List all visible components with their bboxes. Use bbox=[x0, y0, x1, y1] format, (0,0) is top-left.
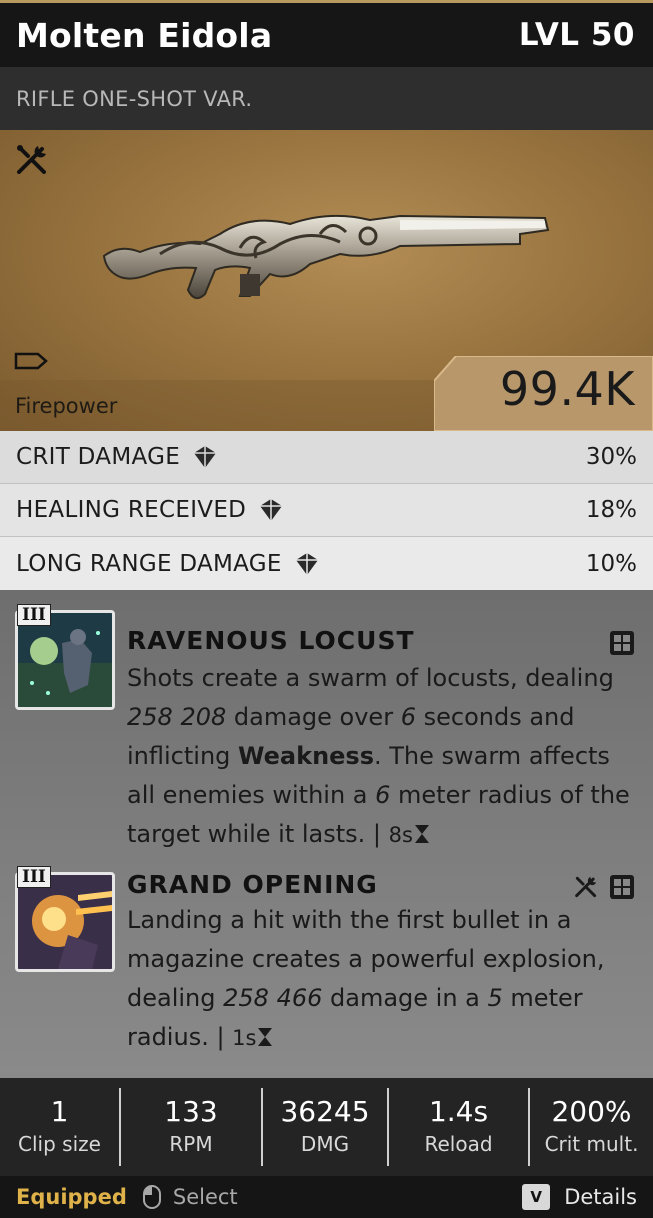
perk-effect-keyword: Weakness bbox=[238, 742, 374, 770]
weapon-level: LVL 50 bbox=[518, 17, 635, 53]
stat-label: Reload bbox=[424, 1132, 493, 1156]
stat-label: HEALING RECEIVED bbox=[16, 497, 247, 523]
perk-damage-value: 258 466 bbox=[223, 984, 323, 1012]
perk-image bbox=[18, 613, 112, 707]
wrench-screwdriver-icon bbox=[575, 876, 597, 898]
gem-icon bbox=[260, 499, 283, 521]
perk-name: GRAND OPENING bbox=[127, 870, 378, 899]
perk-name: RAVENOUS LOCUST bbox=[127, 626, 415, 655]
stat-value: 1.4s bbox=[428, 1095, 489, 1128]
equipped-status: Equipped bbox=[16, 1185, 127, 1209]
stat-row-long-range-damage: LONG RANGE DAMAGE 10% bbox=[0, 537, 653, 590]
weapon-card: Molten Eidola LVL 50 RIFLE ONE-SHOT VAR. bbox=[0, 0, 653, 1218]
stat-dmg: 36245 DMG bbox=[263, 1088, 389, 1166]
perk-radius-value: 6 bbox=[375, 781, 391, 809]
stat-label: CRIT DAMAGE bbox=[16, 444, 181, 470]
stat-reload: 1.4s Reload bbox=[389, 1088, 530, 1166]
stat-label: DMG bbox=[300, 1132, 350, 1156]
weapon-image bbox=[102, 214, 550, 300]
hourglass-icon bbox=[414, 825, 429, 843]
select-action[interactable]: Select bbox=[173, 1185, 238, 1209]
wrench-screwdriver-icon bbox=[17, 145, 46, 174]
hourglass-icon bbox=[258, 1028, 273, 1046]
stat-value: 1 bbox=[50, 1095, 69, 1128]
perk-description: Landing a hit with the first bullet in a… bbox=[127, 906, 605, 1051]
stat-crit-mult: 200% Crit mult. bbox=[530, 1088, 653, 1166]
perk-tier-badge: III bbox=[17, 866, 51, 888]
stat-row-healing-received: HEALING RECEIVED 18% bbox=[0, 484, 653, 537]
perk-description: Shots create a swarm of locusts, dealing… bbox=[127, 664, 630, 848]
perk-cooldown: 8s bbox=[388, 823, 413, 847]
footer-bar: Equipped Select V Details bbox=[0, 1176, 653, 1218]
gem-icon bbox=[194, 446, 217, 468]
details-key: V bbox=[522, 1184, 551, 1210]
stat-list: CRIT DAMAGE 30% HEALING RECEIVED 18% LON… bbox=[0, 431, 653, 590]
stat-label: RPM bbox=[169, 1132, 213, 1156]
perk-list: III RAVENOUS LOCUST Shots create a swarm… bbox=[0, 590, 653, 1078]
stat-label: Clip size bbox=[18, 1132, 101, 1156]
perk-damage-value: 258 208 bbox=[127, 703, 227, 731]
tag-icon bbox=[14, 352, 48, 370]
stat-label: Crit mult. bbox=[544, 1132, 639, 1156]
stat-value: 36245 bbox=[280, 1095, 370, 1128]
stat-value: 200% bbox=[551, 1095, 632, 1128]
perk-cooldown: 1s bbox=[232, 1026, 257, 1050]
perk-duration-value: 6 bbox=[400, 703, 416, 731]
grid-icon bbox=[610, 631, 634, 655]
stat-rpm: 133 RPM bbox=[121, 1088, 263, 1166]
weapon-header: Molten Eidola LVL 50 bbox=[0, 3, 653, 67]
stat-value: 133 bbox=[164, 1095, 218, 1128]
gem-icon bbox=[295, 552, 318, 575]
grid-icon bbox=[610, 875, 634, 899]
stat-row-crit-damage: CRIT DAMAGE 30% bbox=[0, 431, 653, 484]
perk-image bbox=[18, 875, 112, 969]
weapon-hero: Firepower 99.4K bbox=[0, 130, 653, 431]
weapon-name: Molten Eidola bbox=[16, 15, 273, 55]
stat-value: 18% bbox=[585, 497, 637, 523]
firepower-value: 99.4K bbox=[499, 362, 635, 416]
mouse-icon bbox=[142, 1185, 161, 1209]
details-action[interactable]: Details bbox=[564, 1185, 637, 1209]
weapon-stats-bar: 1 Clip size 133 RPM 36245 DMG 1.4s Reloa… bbox=[0, 1078, 653, 1176]
stat-value: 10% bbox=[585, 550, 637, 577]
weapon-type: RIFLE ONE-SHOT VAR. bbox=[0, 67, 653, 130]
stat-clip-size: 1 Clip size bbox=[0, 1088, 121, 1166]
stat-label: LONG RANGE DAMAGE bbox=[16, 550, 282, 577]
firepower-label: Firepower bbox=[15, 394, 118, 418]
perk-tier-badge: III bbox=[17, 604, 51, 626]
stat-value: 30% bbox=[585, 444, 637, 470]
perk-radius-value: 5 bbox=[487, 984, 503, 1012]
